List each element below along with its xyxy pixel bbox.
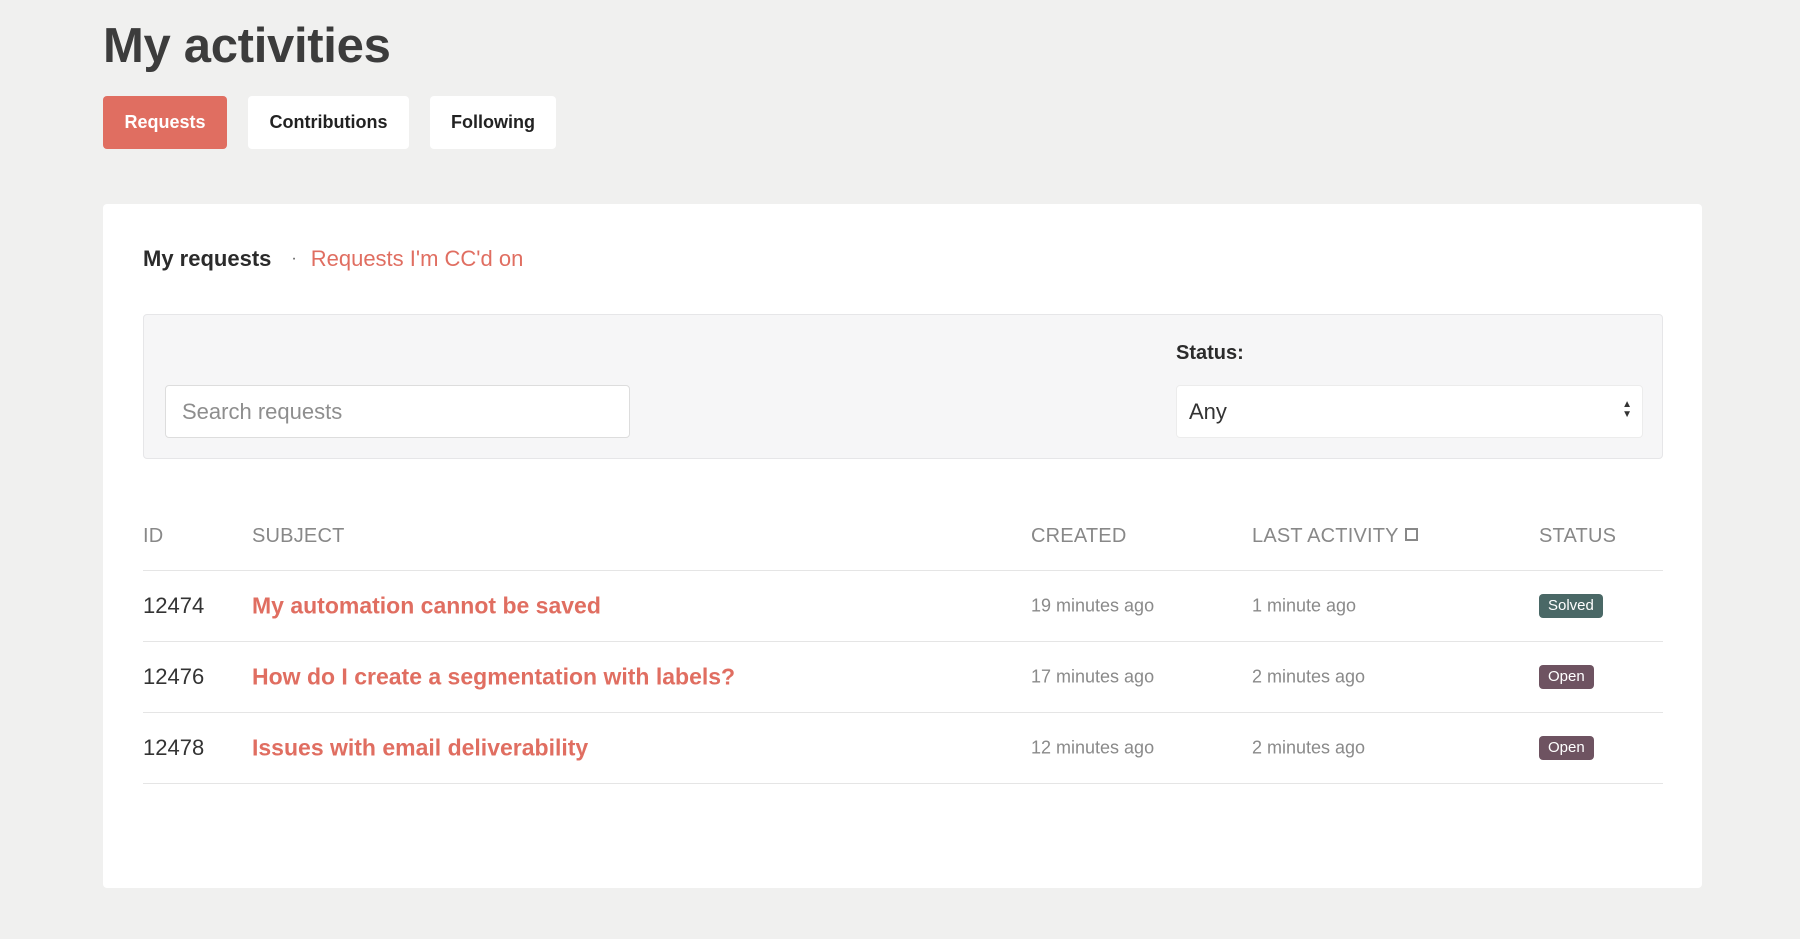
column-header-last-activity[interactable]: LAST ACTIVITY bbox=[1252, 525, 1418, 548]
request-subject-link[interactable]: My automation cannot be saved bbox=[252, 593, 601, 620]
activity-tabs: Requests Contributions Following bbox=[103, 96, 556, 149]
column-header-subject[interactable]: SUBJECT bbox=[252, 525, 345, 548]
requests-card: My requests · Requests I'm CC'd on Statu… bbox=[103, 204, 1702, 888]
request-id: 12474 bbox=[143, 593, 205, 618]
request-created: 12 minutes ago bbox=[1031, 737, 1155, 758]
table-row: 12476 How do I create a segmentation wit… bbox=[143, 642, 1663, 713]
requests-table: ID SUBJECT CREATED LAST ACTIVITY STATUS … bbox=[143, 504, 1663, 784]
status-badge: Open bbox=[1539, 736, 1594, 760]
request-last-activity: 2 minutes ago bbox=[1252, 737, 1366, 758]
tab-requests[interactable]: Requests bbox=[103, 96, 227, 149]
request-id: 12476 bbox=[143, 664, 205, 689]
status-filter-select[interactable]: Any ▲ ▼ bbox=[1176, 385, 1643, 438]
page-title: My activities bbox=[103, 19, 391, 73]
sort-square-icon bbox=[1404, 528, 1418, 541]
request-subject-link[interactable]: Issues with email deliverability bbox=[252, 735, 588, 762]
status-select-value: Any bbox=[1189, 398, 1227, 424]
tab-following[interactable]: Following bbox=[430, 96, 556, 149]
column-header-status[interactable]: STATUS bbox=[1539, 525, 1616, 548]
request-created: 19 minutes ago bbox=[1031, 595, 1155, 616]
request-last-activity: 2 minutes ago bbox=[1252, 666, 1366, 687]
status-cell: Open bbox=[1539, 736, 1594, 760]
subnav-my-requests: My requests bbox=[143, 246, 272, 271]
request-created: 17 minutes ago bbox=[1031, 666, 1155, 687]
requests-subnav: My requests · Requests I'm CC'd on bbox=[143, 246, 523, 272]
request-last-activity: 1 minute ago bbox=[1252, 595, 1357, 616]
status-badge: Open bbox=[1539, 665, 1594, 689]
table-row: 12478 Issues with email deliverability 1… bbox=[143, 713, 1663, 784]
column-header-created[interactable]: CREATED bbox=[1031, 525, 1126, 548]
request-id: 12478 bbox=[143, 735, 205, 760]
request-subject-link[interactable]: How do I create a segmentation with labe… bbox=[252, 664, 735, 691]
search-input[interactable] bbox=[165, 385, 630, 438]
table-header: ID SUBJECT CREATED LAST ACTIVITY STATUS bbox=[143, 504, 1663, 571]
status-cell: Open bbox=[1539, 665, 1594, 689]
column-header-id[interactable]: ID bbox=[143, 525, 163, 548]
status-cell: Solved bbox=[1539, 594, 1603, 618]
tab-contributions[interactable]: Contributions bbox=[248, 96, 409, 149]
subnav-separator: · bbox=[291, 250, 297, 267]
filter-panel: Status: Any ▲ ▼ bbox=[143, 314, 1663, 459]
status-filter-label: Status: bbox=[1176, 342, 1244, 364]
sort-arrows-icon: ▲ ▼ bbox=[1622, 399, 1632, 420]
subnav-cc-requests-link[interactable]: Requests I'm CC'd on bbox=[311, 246, 524, 272]
status-badge: Solved bbox=[1539, 594, 1603, 618]
table-row: 12474 My automation cannot be saved 19 m… bbox=[143, 571, 1663, 642]
